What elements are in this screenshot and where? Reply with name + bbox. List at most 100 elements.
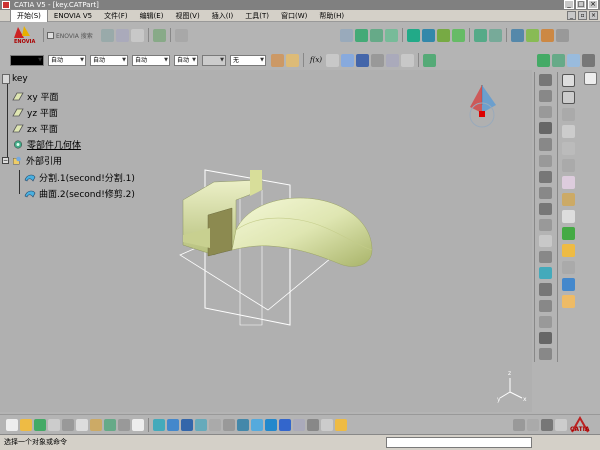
rib-icon[interactable] xyxy=(539,154,552,167)
tree-item-yz-plane[interactable]: yz 平面 xyxy=(12,105,58,119)
page-icon[interactable] xyxy=(555,418,567,431)
join-icon[interactable] xyxy=(473,28,487,42)
menu-insert[interactable]: 插入(I) xyxy=(206,10,240,22)
fill-icon[interactable] xyxy=(384,28,398,42)
color-combo[interactable] xyxy=(10,54,44,66)
loft-icon[interactable] xyxy=(539,202,552,215)
normal-view-icon[interactable] xyxy=(237,418,249,431)
new-icon[interactable] xyxy=(6,418,18,431)
chamfer-icon[interactable] xyxy=(539,235,552,248)
compass-widget[interactable] xyxy=(469,85,496,128)
constraint-icon[interactable] xyxy=(562,261,575,274)
knowledge-icon[interactable] xyxy=(326,53,340,67)
healing-icon[interactable] xyxy=(488,28,502,42)
slot-icon[interactable] xyxy=(539,170,552,183)
menu-help[interactable]: 帮助(H) xyxy=(313,10,350,22)
shaft-icon[interactable] xyxy=(539,106,552,119)
zoom-out-icon[interactable] xyxy=(223,418,235,431)
painter-icon[interactable] xyxy=(286,53,299,67)
thread-icon[interactable] xyxy=(539,299,552,312)
plane-tool2-icon[interactable] xyxy=(562,295,575,308)
menu-view[interactable]: 视图(V) xyxy=(169,10,205,22)
analysis-icon[interactable] xyxy=(423,53,437,67)
fillet-icon[interactable] xyxy=(539,218,552,232)
open-icon[interactable] xyxy=(20,418,32,431)
close-button[interactable]: × xyxy=(588,0,598,9)
hide-show-icon[interactable] xyxy=(401,53,415,67)
doc-restore-button[interactable]: ▫ xyxy=(578,11,587,20)
repeat-icon[interactable] xyxy=(555,28,569,42)
surface-icon[interactable] xyxy=(451,28,465,42)
axis-system-icon[interactable] xyxy=(540,28,554,42)
translate-icon[interactable] xyxy=(510,28,524,42)
fly-icon[interactable] xyxy=(153,418,165,431)
material-icon[interactable] xyxy=(335,418,347,431)
workbench-icon-2[interactable] xyxy=(552,53,565,67)
menu-tools[interactable]: 工具(T) xyxy=(239,10,275,22)
maximize-button[interactable]: □ xyxy=(576,0,586,9)
command-input[interactable] xyxy=(386,437,532,448)
tree-item-part-body[interactable]: 零部件几何体 xyxy=(12,137,81,151)
rotate-icon[interactable] xyxy=(354,28,368,42)
split-tool-icon[interactable] xyxy=(562,125,575,138)
collapse-toggle-icon[interactable]: − xyxy=(2,156,9,164)
pan-icon[interactable] xyxy=(181,418,193,431)
tree-root[interactable]: key xyxy=(2,72,28,86)
linetype-combo[interactable]: 自动 xyxy=(48,54,86,66)
doc-close-button[interactable]: × xyxy=(589,11,598,20)
redo-icon[interactable] xyxy=(118,418,130,431)
blend-icon[interactable] xyxy=(421,28,435,42)
menu-start[interactable]: 开始(S) xyxy=(10,8,48,23)
table-icon[interactable] xyxy=(356,53,370,67)
mirror-icon[interactable] xyxy=(539,315,552,328)
plane-tool-icon[interactable] xyxy=(525,28,539,42)
tree-item-zx-plane[interactable]: zx 平面 xyxy=(12,121,58,135)
fit-all-icon[interactable] xyxy=(167,418,179,431)
iso-view-icon[interactable] xyxy=(265,418,277,431)
sketcher-icon[interactable] xyxy=(562,74,575,87)
pattern-icon[interactable] xyxy=(539,331,552,344)
select-arrow-icon[interactable] xyxy=(583,72,597,85)
thickness-combo[interactable]: 自动 xyxy=(90,54,128,66)
print-icon[interactable] xyxy=(48,418,60,431)
menu-file[interactable]: 文件(F) xyxy=(98,10,134,22)
offset-icon[interactable] xyxy=(406,28,420,42)
pocket-icon[interactable] xyxy=(539,90,552,103)
save-icon[interactable] xyxy=(34,418,46,431)
pad-icon[interactable] xyxy=(539,74,552,87)
close-surface-icon[interactable] xyxy=(562,159,575,172)
edit-icon[interactable] xyxy=(562,193,575,206)
paste-icon[interactable] xyxy=(90,418,102,431)
paint-brush-icon[interactable] xyxy=(271,53,284,67)
draft-icon[interactable] xyxy=(539,251,552,264)
minimize-button[interactable]: _ xyxy=(564,0,574,9)
sweep-icon[interactable] xyxy=(369,28,383,42)
hole-icon[interactable] xyxy=(539,138,552,151)
menu-edit[interactable]: 编辑(E) xyxy=(134,10,170,22)
workbench-icon-4[interactable] xyxy=(582,53,595,67)
disconnect-icon[interactable] xyxy=(174,28,188,42)
line-icon[interactable] xyxy=(562,278,575,291)
extrude-icon[interactable] xyxy=(436,28,450,42)
measure-icon[interactable] xyxy=(371,53,385,67)
thickness-icon[interactable] xyxy=(539,283,552,296)
thick-surface-icon[interactable] xyxy=(562,142,575,155)
cube-icon[interactable] xyxy=(562,227,575,240)
macro-icon[interactable] xyxy=(541,418,553,431)
stiffener-icon[interactable] xyxy=(539,186,552,199)
copy-icon[interactable] xyxy=(76,418,88,431)
none-combo[interactable]: 无 xyxy=(230,54,266,66)
tree-item-xy-plane[interactable]: xy 平面 xyxy=(12,89,59,103)
formula-button[interactable]: f(x) xyxy=(310,56,322,64)
apply-material-icon[interactable] xyxy=(562,244,575,257)
shading-icon[interactable] xyxy=(279,418,291,431)
help-icon[interactable] xyxy=(132,418,144,431)
enovia-search-button[interactable]: ENOVIA 搜索 xyxy=(47,31,93,40)
catalog-icon[interactable] xyxy=(386,53,400,67)
eraser-icon[interactable] xyxy=(152,28,166,42)
doc-minimize-button[interactable]: _ xyxy=(567,11,576,20)
workbench-icon-1[interactable] xyxy=(537,53,550,67)
enovia-tool-icon[interactable] xyxy=(130,28,144,42)
multi-view-icon[interactable] xyxy=(251,418,263,431)
enovia-refresh-icon[interactable] xyxy=(115,28,129,42)
